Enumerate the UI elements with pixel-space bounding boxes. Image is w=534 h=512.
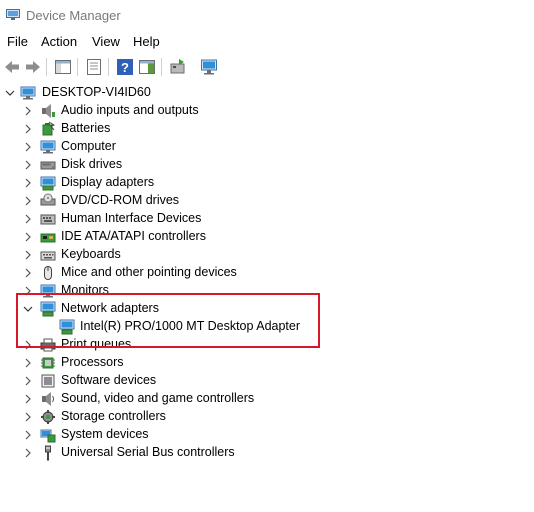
disk-drive-icon <box>40 161 56 170</box>
toolbar-separator <box>161 58 162 76</box>
chevron-right-icon[interactable] <box>22 354 34 372</box>
title-bar: Device Manager <box>0 0 534 32</box>
tree-item-label: Software devices <box>61 373 157 387</box>
mouse-icon <box>44 266 52 280</box>
tree-item-label: Keyboards <box>61 247 121 261</box>
computer-icon <box>20 86 36 100</box>
chevron-down-icon[interactable] <box>4 84 16 102</box>
toolbar-separator <box>108 58 109 76</box>
hid-keyboard-icon <box>40 214 56 225</box>
monitor-icon <box>40 140 56 154</box>
tree-item-label: Disk drives <box>61 157 123 171</box>
tree-item-label: Processors <box>61 355 124 369</box>
show-hide-console-tree-icon[interactable] <box>53 57 73 77</box>
scan-hardware-icon[interactable] <box>199 57 219 77</box>
chevron-right-icon[interactable] <box>22 444 34 462</box>
chevron-right-icon[interactable] <box>22 156 34 174</box>
tree-item-sound-controllers[interactable]: Sound, video and game controllers <box>0 390 534 408</box>
chevron-right-icon[interactable] <box>22 102 34 120</box>
toolbar-separator <box>46 58 47 76</box>
tree-item-system-devices[interactable]: System devices <box>0 426 534 444</box>
tree-item-keyboards[interactable]: Keyboards <box>0 246 534 264</box>
tree-item-mice[interactable]: Mice and other pointing devices <box>0 264 534 282</box>
system-device-icon <box>40 429 56 443</box>
menu-help[interactable]: Help <box>133 34 160 49</box>
chevron-right-icon[interactable] <box>22 174 34 192</box>
chevron-right-icon[interactable] <box>22 372 34 390</box>
chevron-right-icon[interactable] <box>22 228 34 246</box>
speaker-icon <box>42 104 55 118</box>
keyboard-icon <box>40 251 56 261</box>
back-arrow-icon[interactable] <box>2 57 22 77</box>
tree-item-label: Mice and other pointing devices <box>61 265 237 279</box>
tree-item-label: Batteries <box>61 121 111 135</box>
highlight-annotation <box>16 293 320 348</box>
chevron-right-icon[interactable] <box>22 426 34 444</box>
svg-text:?: ? <box>121 60 129 75</box>
menu-action[interactable]: Action <box>41 34 77 49</box>
chevron-right-icon[interactable] <box>22 408 34 426</box>
chevron-right-icon[interactable] <box>22 390 34 408</box>
tree-item-label: Storage controllers <box>61 409 166 423</box>
tree-item-label: System devices <box>61 427 149 441</box>
tree-root[interactable]: DESKTOP-VI4ID60 <box>0 84 534 102</box>
tree-item-label: Computer <box>61 139 116 153</box>
chevron-right-icon[interactable] <box>22 120 34 138</box>
ide-controller-icon <box>40 233 56 243</box>
battery-icon <box>42 121 56 136</box>
tree-item-label: DVD/CD-ROM drives <box>61 193 180 207</box>
menu-bar: File Action View Help <box>0 32 534 52</box>
tree-item-display-adapters[interactable]: Display adapters <box>0 174 534 192</box>
action-pane-icon[interactable] <box>137 57 157 77</box>
tree-item-label: Human Interface Devices <box>61 211 202 225</box>
tree-item-disk-drives[interactable]: Disk drives <box>0 156 534 174</box>
help-icon[interactable]: ? <box>115 57 135 77</box>
tree-item-human-interface-devices[interactable]: Human Interface Devices <box>0 210 534 228</box>
tree-item-computer[interactable]: Computer <box>0 138 534 156</box>
tree-item-ide-controllers[interactable]: IDE ATA/ATAPI controllers <box>0 228 534 246</box>
tree-item-usb-controllers[interactable]: Universal Serial Bus controllers <box>0 444 534 462</box>
tree-item-dvd-drives[interactable]: DVD/CD-ROM drives <box>0 192 534 210</box>
tree-item-software-devices[interactable]: Software devices <box>0 372 534 390</box>
menu-view[interactable]: View <box>92 34 120 49</box>
tree-item-label: IDE ATA/ATAPI controllers <box>61 229 206 243</box>
sound-icon <box>42 392 54 406</box>
software-device-icon <box>41 374 55 388</box>
processor-icon <box>41 357 55 369</box>
window-title: Device Manager <box>26 8 121 23</box>
tree-item-processors[interactable]: Processors <box>0 354 534 372</box>
tree-item-label: Display adapters <box>61 175 155 189</box>
tree-item-label: Sound, video and game controllers <box>61 391 255 405</box>
usb-icon <box>45 445 51 461</box>
chevron-right-icon[interactable] <box>22 210 34 228</box>
toolbar: ? <box>0 54 534 80</box>
chevron-right-icon[interactable] <box>22 138 34 156</box>
tree-item-audio[interactable]: Audio inputs and outputs <box>0 102 534 120</box>
chevron-right-icon[interactable] <box>22 246 34 264</box>
tree-item-storage-controllers[interactable]: Storage controllers <box>0 408 534 426</box>
toolbar-separator <box>77 58 78 76</box>
device-manager-icon <box>6 9 20 20</box>
chevron-right-icon[interactable] <box>22 192 34 210</box>
tree-item-label: Universal Serial Bus controllers <box>61 445 235 459</box>
tree-item-label: Audio inputs and outputs <box>61 103 199 117</box>
storage-controller-icon <box>41 410 55 424</box>
chevron-right-icon[interactable] <box>22 264 34 282</box>
display-adapter-icon <box>40 176 56 191</box>
update-driver-icon[interactable] <box>168 57 188 77</box>
tree-item-batteries[interactable]: Batteries <box>0 120 534 138</box>
dvd-drive-icon <box>40 193 56 206</box>
properties-icon[interactable] <box>84 57 104 77</box>
menu-file[interactable]: File <box>7 34 28 49</box>
forward-arrow-icon[interactable] <box>23 57 43 77</box>
tree-root-label: DESKTOP-VI4ID60 <box>42 85 151 99</box>
